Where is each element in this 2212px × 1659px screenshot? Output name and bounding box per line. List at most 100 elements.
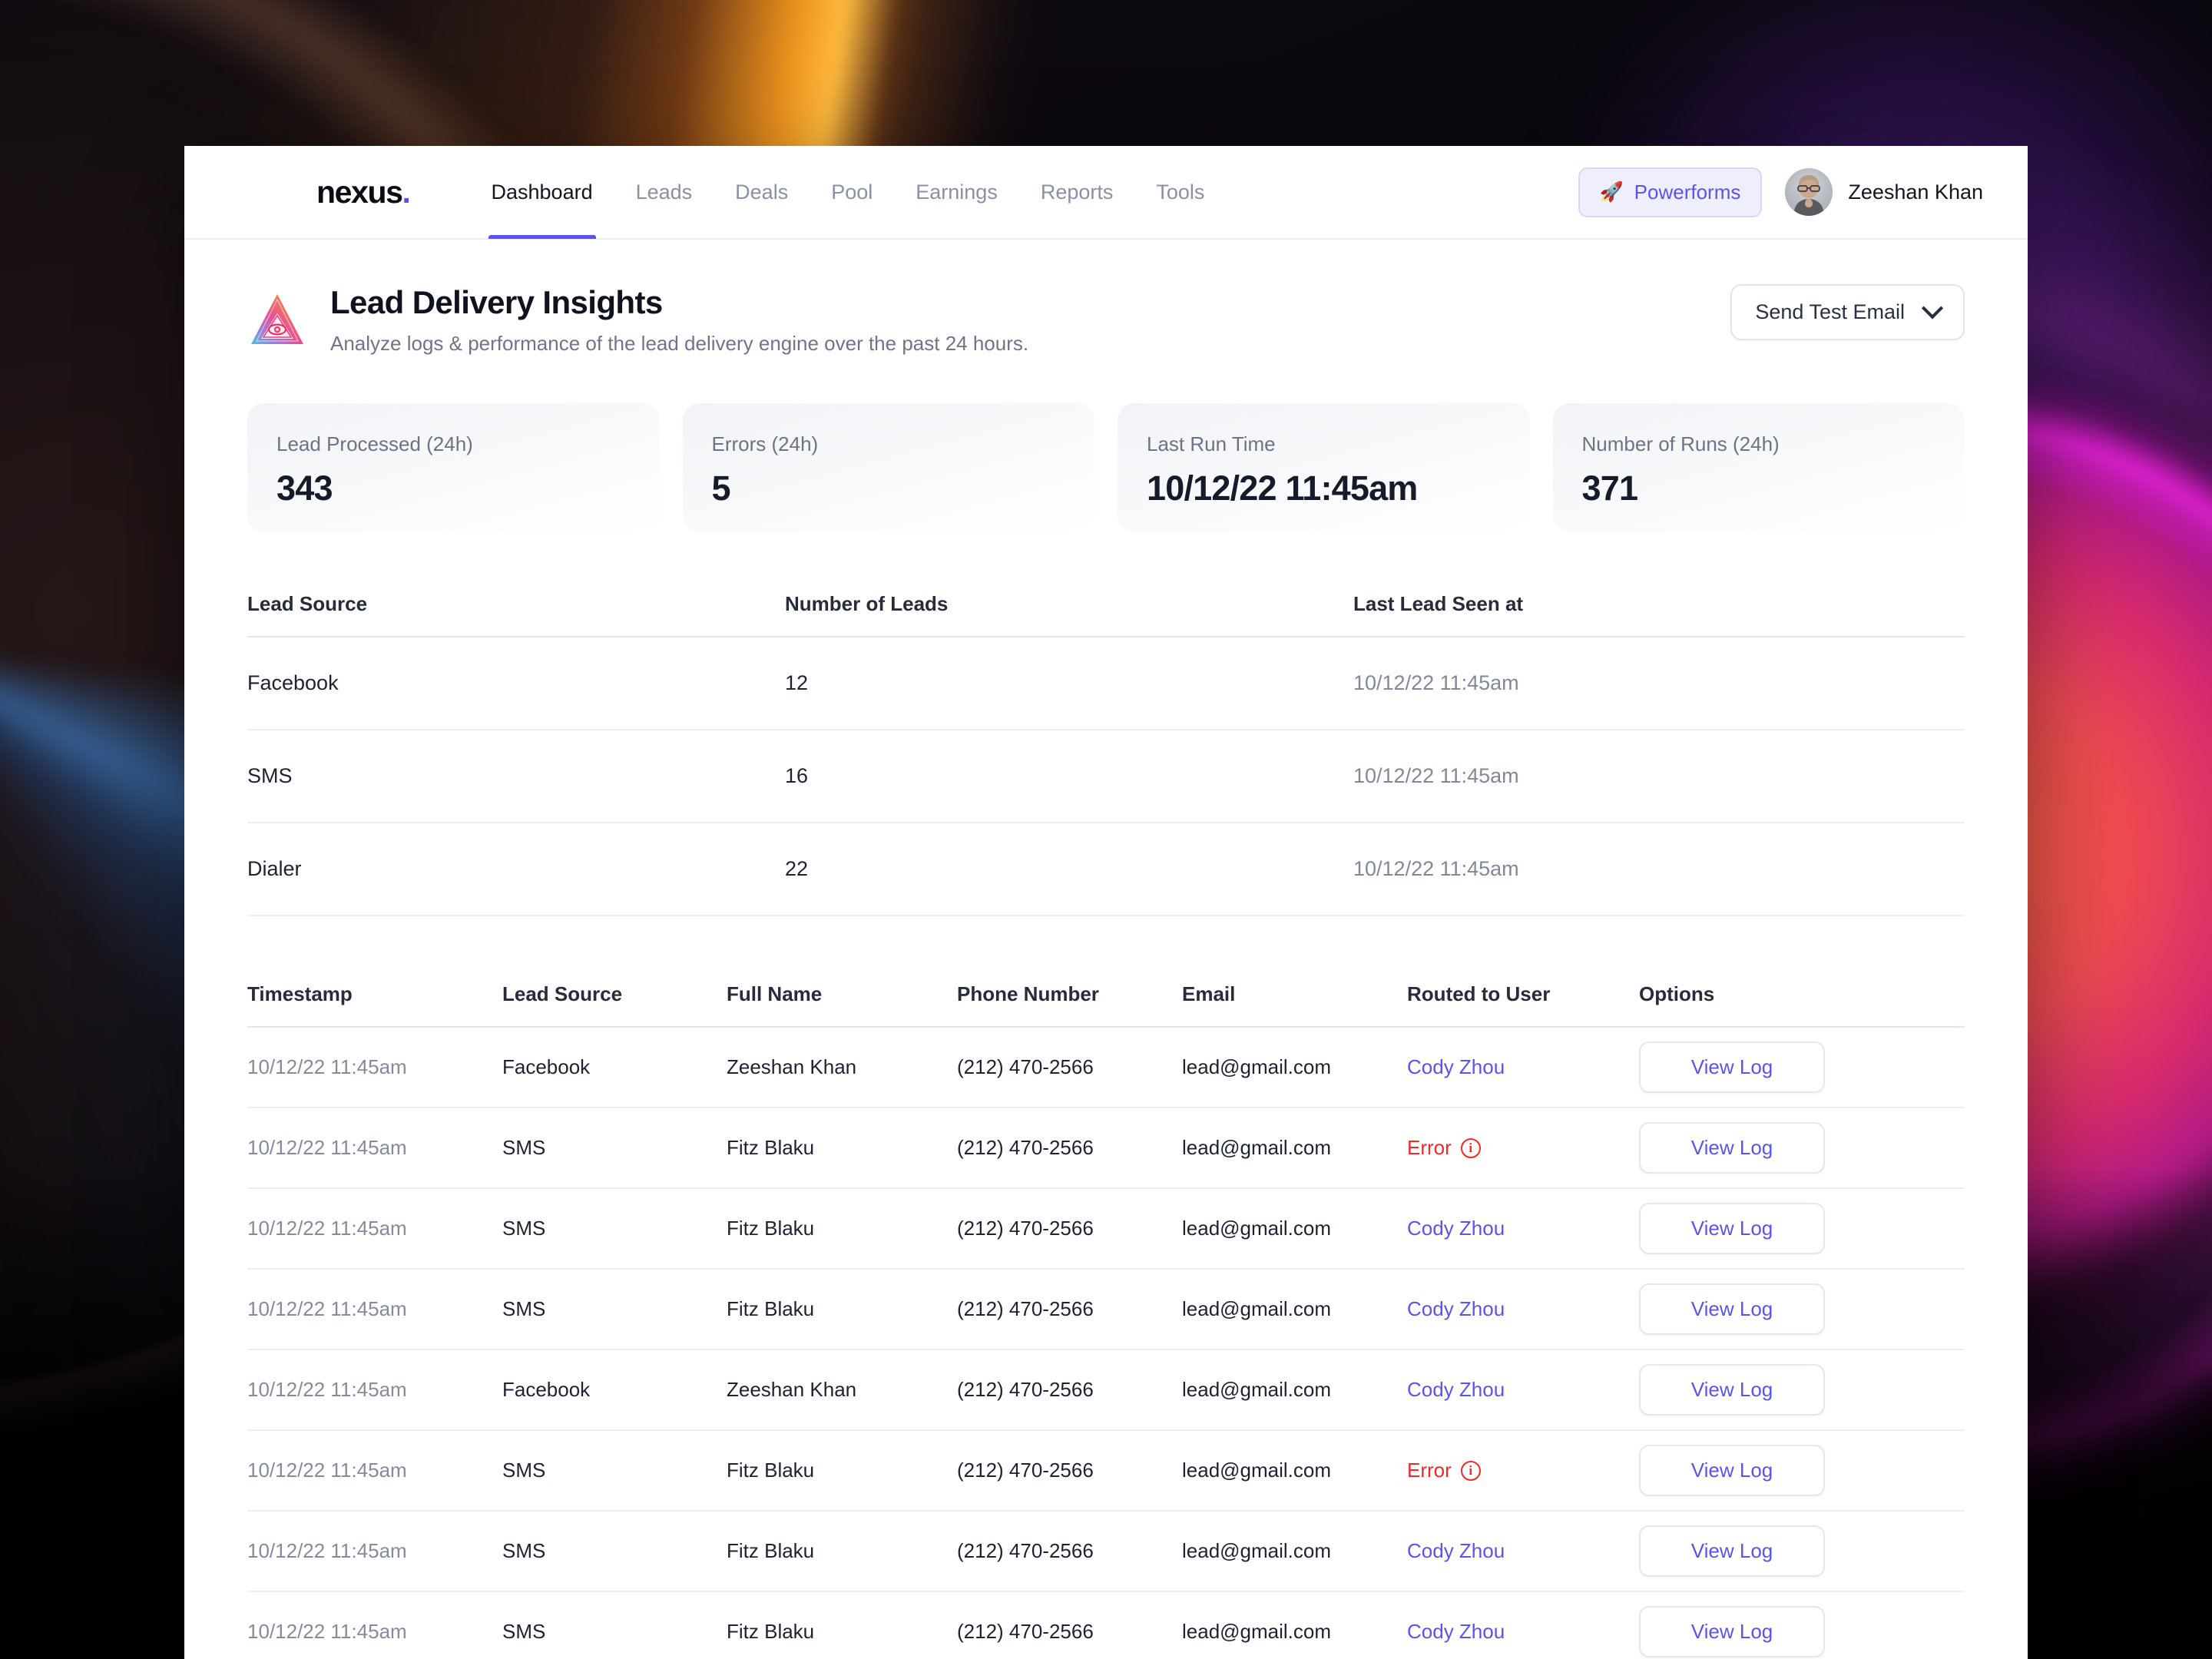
page-header-text: Lead Delivery Insights Analyze logs & pe…: [330, 284, 1028, 356]
top-navigation-bar: nexus. Dashboard Leads Deals Pool Earnin…: [184, 146, 2028, 240]
cell-lead-source: SMS: [502, 1459, 546, 1482]
chevron-down-icon: [1921, 296, 1944, 319]
cell-routed-to-user: Cody Zhou: [1407, 1353, 1639, 1426]
powerforms-label: Powerforms: [1634, 180, 1741, 204]
nav-item-pool[interactable]: Pool: [810, 146, 894, 239]
column-header-number-of-leads: Number of Leads: [785, 592, 949, 616]
cell-email: lead@gmail.com: [1182, 1136, 1332, 1160]
error-label: Error: [1407, 1136, 1452, 1160]
cell-phone-number: (212) 470-2566: [957, 1217, 1094, 1240]
cell-options: View Log: [1639, 1431, 1965, 1510]
nav-item-reports[interactable]: Reports: [1019, 146, 1135, 239]
stat-card-last-run-time: Last Run Time 10/12/22 11:45am: [1118, 403, 1530, 533]
stat-value: 343: [276, 469, 333, 508]
page-title: Lead Delivery Insights: [330, 284, 663, 320]
routed-user-link[interactable]: Cody Zhou: [1407, 1620, 1505, 1643]
table-row: 10/12/22 11:45am SMS Fitz Blaku (212) 470-2…: [247, 1592, 1965, 1659]
view-log-button[interactable]: View Log: [1639, 1283, 1825, 1336]
cell-timestamp: 10/12/22 11:45am: [247, 1297, 407, 1321]
column-header-last-lead-seen: Last Lead Seen at: [1353, 592, 1524, 616]
nav-item-dashboard[interactable]: Dashboard: [470, 146, 614, 239]
view-log-button[interactable]: View Log: [1639, 1122, 1825, 1174]
routed-user-link[interactable]: Cody Zhou: [1407, 1217, 1505, 1240]
table-row: Dialer 22 10/12/22 11:45am: [247, 823, 1965, 917]
cell-lead-source: Facebook: [247, 671, 339, 695]
cell-full-name: Fitz Blaku: [727, 1136, 815, 1160]
view-log-button[interactable]: View Log: [1639, 1203, 1825, 1255]
cell-routed-to-user: Error i: [1407, 1434, 1639, 1507]
powerforms-button[interactable]: 🚀 Powerforms: [1578, 167, 1763, 217]
routed-user-link[interactable]: Cody Zhou: [1407, 1055, 1505, 1078]
cell-phone-number: (212) 470-2566: [957, 1055, 1094, 1079]
stat-label: Last Run Time: [1147, 432, 1276, 456]
status-badge-error[interactable]: Error i: [1407, 1136, 1481, 1160]
cell-options: View Log: [1639, 1108, 1965, 1187]
user-name: Zeeshan Khan: [1848, 180, 1983, 204]
cell-email: lead@gmail.com: [1182, 1055, 1332, 1079]
cell-timestamp: 10/12/22 11:45am: [247, 1378, 407, 1402]
nav-item-earnings[interactable]: Earnings: [894, 146, 1019, 239]
column-header-timestamp: Timestamp: [247, 982, 353, 1006]
cell-timestamp: 10/12/22 11:45am: [247, 1136, 407, 1160]
cell-full-name: Zeeshan Khan: [727, 1055, 857, 1079]
cell-email: lead@gmail.com: [1182, 1378, 1332, 1402]
stat-value: 5: [711, 469, 731, 508]
routed-user-link[interactable]: Cody Zhou: [1407, 1378, 1505, 1401]
cell-number-of-leads: 12: [785, 671, 809, 695]
lead-source-summary-table: Lead Source Number of Leads Last Lead Se…: [247, 592, 1965, 917]
cell-options: View Log: [1639, 1512, 1965, 1591]
rocket-icon: 🚀: [1599, 180, 1624, 203]
cell-email: lead@gmail.com: [1182, 1297, 1332, 1321]
cell-routed-to-user: Cody Zhou: [1407, 1031, 1639, 1104]
routed-user-link[interactable]: Cody Zhou: [1407, 1539, 1505, 1562]
send-test-email-button[interactable]: Send Test Email: [1730, 284, 1965, 340]
cell-options: View Log: [1639, 1350, 1965, 1429]
table-row: 10/12/22 11:45am SMS Fitz Blaku (212) 470-2…: [247, 1189, 1965, 1270]
cell-lead-source: SMS: [247, 764, 293, 788]
cell-full-name: Fitz Blaku: [727, 1539, 815, 1563]
column-header-routed-to-user: Routed to User: [1407, 982, 1551, 1006]
cell-lead-source: Facebook: [502, 1055, 591, 1079]
status-badge-error[interactable]: Error i: [1407, 1459, 1481, 1482]
brand-name: nexus: [316, 174, 403, 210]
stat-card-lead-processed: Lead Processed (24h) 343: [247, 403, 660, 533]
nav-item-tools[interactable]: Tools: [1134, 146, 1226, 239]
view-log-button[interactable]: View Log: [1639, 1606, 1825, 1658]
cell-routed-to-user: Cody Zhou: [1407, 1192, 1639, 1265]
brand-logo[interactable]: nexus.: [316, 174, 411, 210]
cell-phone-number: (212) 470-2566: [957, 1620, 1094, 1644]
pyramid-eye-insights-icon: [247, 290, 307, 350]
view-log-button[interactable]: View Log: [1639, 1041, 1825, 1094]
cell-lead-source: SMS: [502, 1297, 546, 1321]
stat-label: Lead Processed (24h): [276, 432, 473, 456]
cell-full-name: Fitz Blaku: [727, 1620, 815, 1644]
table-row: 10/12/22 11:45am Facebook Zeeshan Khan (212…: [247, 1350, 1965, 1432]
cell-lead-source: SMS: [502, 1620, 546, 1644]
view-log-button[interactable]: View Log: [1639, 1525, 1825, 1578]
page-content: Lead Delivery Insights Analyze logs & pe…: [184, 240, 2028, 1659]
routed-user-link[interactable]: Cody Zhou: [1407, 1297, 1505, 1320]
topbar-right-cluster: 🚀 Powerforms Zeeshan Khan: [1578, 167, 1983, 217]
info-icon[interactable]: i: [1460, 1137, 1481, 1158]
user-menu[interactable]: Zeeshan Khan: [1785, 168, 1983, 216]
cell-lead-source: Facebook: [502, 1378, 591, 1402]
log-table-body: 10/12/22 11:45am Facebook Zeeshan Khan (212…: [247, 1028, 1965, 1659]
cell-routed-to-user: Error i: [1407, 1111, 1639, 1184]
cell-lead-source: SMS: [502, 1539, 546, 1563]
column-header-options: Options: [1639, 982, 1715, 1006]
info-icon[interactable]: i: [1460, 1460, 1481, 1481]
nav-item-deals[interactable]: Deals: [714, 146, 810, 239]
cell-last-lead-seen: 10/12/22 11:45am: [1353, 671, 1519, 695]
table-header-row: Timestamp Lead Source Full Name Phone Nu…: [247, 982, 1965, 1028]
table-row: Facebook 12 10/12/22 11:45am: [247, 637, 1965, 731]
column-header-phone-number: Phone Number: [957, 982, 1099, 1006]
table-row: 10/12/22 11:45am SMS Fitz Blaku (212) 470-2…: [247, 1270, 1965, 1351]
table-header-row: Lead Source Number of Leads Last Lead Se…: [247, 592, 1965, 638]
send-test-email-label: Send Test Email: [1755, 300, 1905, 323]
brand-dot: .: [402, 174, 411, 210]
cell-email: lead@gmail.com: [1182, 1459, 1332, 1482]
nav-item-leads[interactable]: Leads: [614, 146, 714, 239]
view-log-button[interactable]: View Log: [1639, 1364, 1825, 1416]
view-log-button[interactable]: View Log: [1639, 1445, 1825, 1497]
cell-phone-number: (212) 470-2566: [957, 1297, 1094, 1321]
